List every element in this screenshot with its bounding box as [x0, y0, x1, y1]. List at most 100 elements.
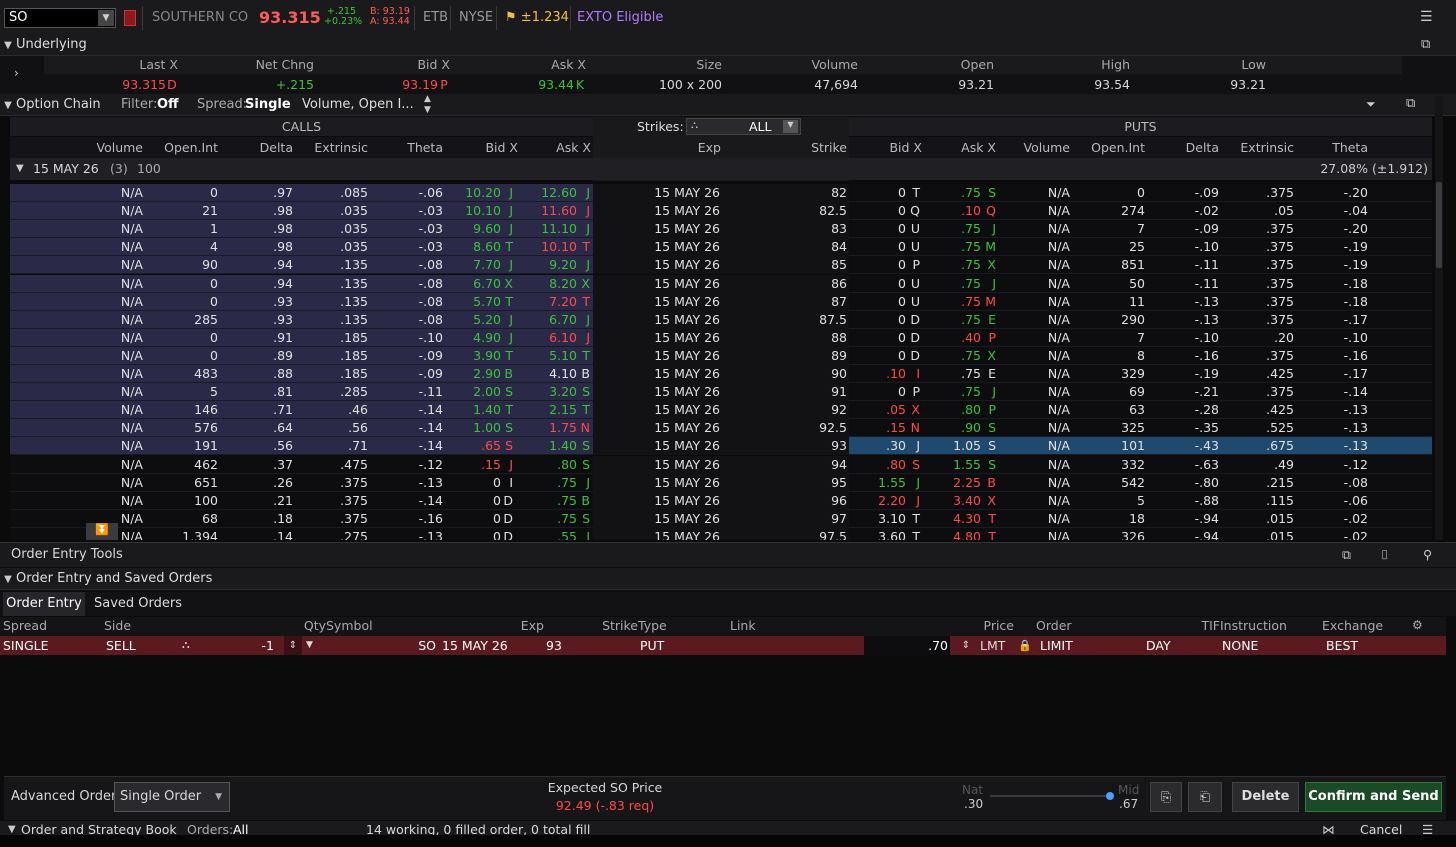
put-ask: .40: [961, 329, 981, 345]
orders-value[interactable]: All: [233, 821, 249, 835]
put-open-int: 0: [1137, 185, 1145, 200]
put-bid: .05: [886, 402, 906, 418]
call-ask-exch: S: [582, 456, 590, 472]
price-stepper[interactable]: ⇕: [957, 636, 975, 655]
call-ask: 5.10: [549, 347, 577, 363]
order-tif-select[interactable]: DAY: [1146, 636, 1216, 655]
chevron-down-icon[interactable]: ▼: [0, 569, 16, 591]
chain-row[interactable]: N/A 1,394 .14 .275 -.13 0 D .55 J 15 MAY 26 97.5 3.…: [10, 527, 1432, 540]
chain-row[interactable]: N/A 462 .37 .475 -.12 .15 J .80 S 15 MAY 26 94 .80 S…: [10, 455, 1432, 474]
price-slider-handle[interactable]: [1106, 792, 1114, 800]
order-side-field[interactable]: SELL: [106, 636, 172, 655]
scroll-bottom-icon[interactable]: ⏬: [86, 523, 118, 540]
chain-row[interactable]: N/A 0.89.185 -.09 3.90 T 5.10 T 15 MAY 26 89 0 D .7…: [10, 346, 1432, 365]
camera-icon[interactable]: ⌷: [1381, 543, 1389, 567]
chain-row[interactable]: N/A 191.56.71 -.14.65 S 1.40 S 15 MAY 26 93.30 J…: [10, 437, 1432, 456]
pin-icon[interactable]: ⚲: [1423, 543, 1432, 567]
call-bid: .65: [481, 438, 501, 454]
chain-row[interactable]: N/A 483.88.185 -.09 2.90 B 4.10 B 15 MAY 26 90.1…: [10, 365, 1432, 383]
call-volume: N/A: [120, 438, 143, 454]
chain-scrollbar[interactable]: [1435, 96, 1443, 540]
chain-row[interactable]: N/A 285 .93 .135 -.08 5.20 J 6.70 J 15 MAY 26 87.5…: [10, 310, 1432, 329]
put-volume: N/A: [1047, 347, 1070, 363]
call-volume: N/A: [120, 347, 143, 363]
call-open-int: 100: [194, 492, 218, 508]
call-bid: 10.20: [465, 185, 501, 200]
copy-icon[interactable]: ⎘: [1150, 782, 1182, 812]
put-ask: .80: [961, 402, 981, 418]
call-bid: 0: [493, 474, 501, 490]
chain-row[interactable]: N/A 100 .21 .375 -.14 0 D .75 B 15 MAY 26 96 2.20 J 3…: [10, 491, 1432, 510]
call-ask: .80: [557, 456, 577, 472]
chevron-down-icon[interactable]: ▼: [306, 636, 320, 655]
put-open-int: 7: [1137, 329, 1145, 345]
chain-row[interactable]: N/A 0.94.135 -.08 6.70 X 8.20 X 15 MAY 26 86 0 U .7…: [10, 274, 1432, 293]
order-exp-field[interactable]: 15 MAY 26: [442, 636, 538, 655]
chain-row[interactable]: N/A 90 .94 .135 -.08 7.70 J 9.20 J 15 MAY 26 85 0 P.…: [10, 256, 1432, 275]
tab-saved-orders[interactable]: Saved Orders: [88, 592, 188, 616]
order-type-field[interactable]: PUT: [640, 636, 726, 655]
put-bid: 0: [898, 185, 906, 200]
orders-status: 14 working, 0 filled order, 0 total fill: [366, 822, 591, 835]
order-price-field[interactable]: .70: [864, 636, 950, 655]
call-ask-exch: J: [586, 203, 590, 219]
put-bid: 0: [898, 329, 906, 345]
call-volume: N/A: [120, 221, 143, 237]
chain-row[interactable]: N/A 0.91.185 -.10 4.90 J 6.10 J 15 MAY 26 88 0 D .4…: [10, 328, 1432, 347]
put-volume: N/A: [1047, 366, 1070, 381]
qty-stepper[interactable]: ⇕: [284, 636, 302, 655]
chain-row[interactable]: N/A 21 .98 .035 -.03 10.10 J 11.60 J 15 MAY 26 82.…: [10, 202, 1432, 221]
order-exchange-select[interactable]: BEST: [1326, 636, 1406, 655]
call-ask: .75: [557, 474, 577, 490]
call-theta: -.03: [418, 239, 443, 255]
chain-row[interactable]: N/A 146.71.46 -.14 1.40 T 2.15 T 15 MAY 26 92.05…: [10, 401, 1432, 420]
menu-icon[interactable]: ☰: [1422, 821, 1433, 835]
order-entry-section[interactable]: ▼ Order Entry and Saved Orders: [0, 568, 1456, 590]
popout-icon[interactable]: ⧉: [1342, 543, 1351, 567]
chain-row[interactable]: N/A 576.64.56 -.14 1.00 S 1.75 N 15 MAY 26 92.5.…: [10, 419, 1432, 438]
chain-scrollbar-thumb[interactable]: [1436, 182, 1442, 268]
chain-row[interactable]: N/A 5.81.285 -.11 2.00 S 3.20 S 15 MAY 26 91 0 P .7…: [10, 383, 1432, 402]
chevron-down-icon[interactable]: ▼: [215, 783, 222, 811]
strategy-icon[interactable]: ⛬: [182, 638, 190, 652]
put-open-int: 63: [1129, 402, 1145, 418]
settings-icon[interactable]: ⚙: [1412, 618, 1423, 632]
call-volume: N/A: [120, 239, 143, 255]
put-theta: -.13: [1343, 438, 1368, 454]
advanced-order-select[interactable]: Single Order ▼: [114, 782, 230, 812]
chain-row[interactable]: N/A 4.98.035 -.03 8.60 T 10.10 T 15 MAY 26 84 0 U.…: [10, 238, 1432, 257]
order-symbol-field[interactable]: SO: [326, 636, 436, 655]
tab-order-entry[interactable]: Order Entry: [3, 592, 85, 616]
exp-cell: 15 MAY 26: [654, 293, 720, 309]
call-ask-exch: X: [581, 275, 590, 291]
confirm-and-send-button[interactable]: Confirm and Send: [1305, 782, 1442, 812]
chain-row[interactable]: N/A 0.93.135 -.08 5.70 T 7.20 T 15 MAY 26 87 0 U .7…: [10, 292, 1432, 311]
delete-button[interactable]: Delete: [1232, 782, 1299, 812]
strike-cell: 82: [831, 185, 847, 200]
put-extrinsic: .375: [1266, 239, 1294, 255]
put-delta: -.16: [1194, 347, 1219, 363]
bookmark-icon[interactable]: ⋈: [1322, 821, 1335, 835]
chain-row[interactable]: N/A 651 .26 .375 -.13 0 I .75 J 15 MAY 26 95 1.55 J 2…: [10, 473, 1432, 492]
chain-row[interactable]: N/A 0.97.085 -.06 10.20 J 12.60 J 15 MAY 26 82 0 T…: [10, 184, 1432, 202]
order-spread-field[interactable]: SINGLE: [3, 636, 99, 655]
order-type-select[interactable]: LIMIT: [1040, 636, 1140, 655]
exp-cell: 15 MAY 26: [654, 275, 720, 291]
put-open-int: 50: [1129, 275, 1145, 291]
cancel-button[interactable]: Cancel: [1360, 821, 1402, 835]
lock-icon[interactable]: 🔒: [1018, 636, 1032, 655]
put-theta: -.20: [1343, 221, 1368, 237]
call-ask-exch: S: [582, 384, 590, 400]
chain-row[interactable]: N/A 1 .98 .035 -.03 9.60 J 11.10 J 15 MAY 26 83 0 U.…: [10, 220, 1432, 239]
price-slider-track[interactable]: [990, 795, 1110, 797]
chevron-down-icon[interactable]: ▼: [8, 821, 16, 835]
chain-row[interactable]: N/A 68 .18 .375 -.16 0 D .75 S 15 MAY 26 97 3.10 T 4.…: [10, 509, 1432, 528]
put-bid-exch: T: [912, 510, 920, 526]
order-strike-field[interactable]: 93: [546, 636, 632, 655]
put-volume: N/A: [1047, 528, 1070, 540]
order-price-type[interactable]: LMT: [980, 636, 1010, 655]
order-instruction-select[interactable]: NONE: [1222, 636, 1318, 655]
call-ask-exch: N: [580, 420, 590, 436]
paste-icon[interactable]: ⎗: [1188, 782, 1222, 812]
order-qty-field[interactable]: -1: [200, 636, 274, 655]
